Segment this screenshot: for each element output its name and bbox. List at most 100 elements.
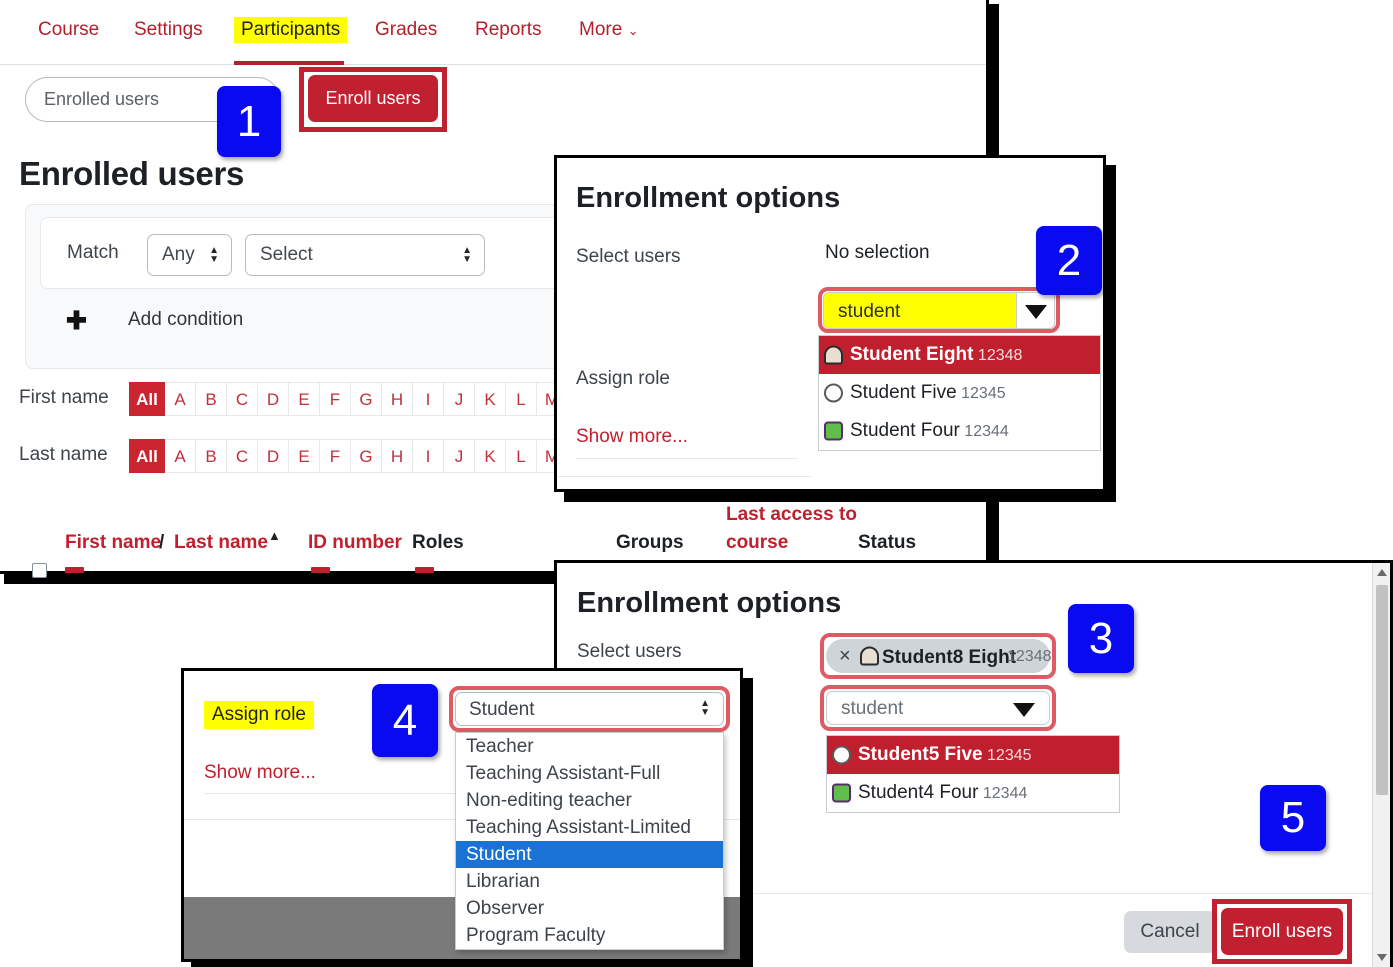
letter-filter-k[interactable]: K: [475, 439, 506, 473]
cancel-button-label: Cancel: [1140, 921, 1200, 942]
letter-filter-l[interactable]: L: [506, 439, 537, 473]
column-header-label: Last name: [174, 532, 268, 553]
letter-filter-j[interactable]: J: [444, 439, 475, 473]
first-name-letter-list: All A B C D E F G H I J K L M: [129, 382, 568, 416]
letter-filter-e[interactable]: E: [289, 382, 320, 416]
scroll-down-arrow-icon[interactable]: [1377, 954, 1387, 961]
assign-role-option-list: Teacher Teaching Assistant-Full Non-editin…: [455, 732, 724, 950]
role-option[interactable]: Teaching Assistant-Full: [456, 760, 723, 787]
letter-filter-a[interactable]: A: [165, 382, 196, 416]
letter-filter-l[interactable]: L: [506, 382, 537, 416]
chevron-down-icon: [1025, 305, 1047, 319]
nav-tab-course[interactable]: Course: [38, 19, 99, 41]
spinner-icon: ▲ ▼: [462, 245, 472, 265]
scrollbar-thumb[interactable]: [1376, 585, 1388, 795]
letter-filter-f[interactable]: F: [320, 382, 351, 416]
letter-filter-c[interactable]: C: [227, 382, 258, 416]
letter-filter-e[interactable]: E: [289, 439, 320, 473]
nav-tab-reports[interactable]: Reports: [475, 19, 542, 41]
column-header-label: Roles: [412, 532, 464, 553]
cancel-button[interactable]: Cancel: [1124, 911, 1216, 953]
no-selection-text: No selection: [825, 242, 930, 263]
enroll-users-button-label: Enroll users: [1231, 921, 1333, 942]
user-search-input[interactable]: student: [826, 691, 1050, 725]
match-type-value: Any: [162, 244, 195, 265]
letter-filter-a[interactable]: A: [165, 439, 196, 473]
user-suggestion-item[interactable]: Student5 Five 12345: [827, 736, 1119, 774]
role-option[interactable]: Non-editing teacher: [456, 787, 723, 814]
nav-tab-label: Settings: [134, 19, 203, 40]
step-badge-number: 5: [1280, 793, 1306, 842]
user-search-input[interactable]: student: [823, 292, 1017, 329]
letter-filter-c[interactable]: C: [227, 439, 258, 473]
assign-role-label: Assign role: [576, 368, 670, 389]
assign-role-value: Student: [469, 699, 535, 720]
nav-tab-more[interactable]: More ⌄: [579, 19, 638, 41]
user-suggestion-name: Student4 Four: [858, 782, 979, 803]
user-suggestion-item[interactable]: Student Five 12345: [819, 374, 1100, 412]
nav-tab-participants[interactable]: Participants: [234, 17, 348, 43]
column-filter-dash: [65, 567, 84, 573]
last-name-filter-label: Last name: [19, 444, 108, 465]
enrolled-users-select-value: Enrolled users: [44, 89, 160, 109]
nav-tab-label: Grades: [375, 19, 438, 40]
letter-filter-f[interactable]: F: [320, 439, 351, 473]
avatar-monster-icon: [824, 421, 843, 441]
nav-tab-settings[interactable]: Settings: [134, 19, 203, 41]
scroll-up-arrow-icon[interactable]: [1377, 569, 1387, 576]
nav-tab-grades[interactable]: Grades: [375, 19, 437, 41]
role-option[interactable]: Program Faculty: [456, 922, 723, 949]
letter-filter-i[interactable]: I: [413, 439, 444, 473]
user-search-dropdown-toggle[interactable]: [1017, 292, 1055, 329]
letter-filter-all[interactable]: All: [129, 382, 165, 416]
user-suggestion-item[interactable]: Student4 Four 12344: [827, 774, 1119, 812]
letter-filter-b[interactable]: B: [196, 382, 227, 416]
letter-filter-h[interactable]: H: [382, 382, 413, 416]
letter-filter-all[interactable]: All: [129, 439, 165, 473]
avatar-bell-icon: [824, 345, 843, 365]
assign-role-select[interactable]: Student ▲ ▼: [455, 692, 724, 726]
select-all-checkbox[interactable]: [32, 563, 47, 578]
avatar-bell-icon: [860, 646, 879, 666]
nav-tab-label: Participants: [241, 19, 341, 40]
role-option[interactable]: Student: [456, 841, 723, 868]
dialog-scrollbar[interactable]: [1372, 563, 1390, 967]
letter-filter-b[interactable]: B: [196, 439, 227, 473]
letter-filter-k[interactable]: K: [475, 382, 506, 416]
enroll-users-button[interactable]: Enroll users: [1221, 908, 1343, 955]
column-header-last-name[interactable]: Last name: [174, 532, 268, 554]
column-header-last-access-line2[interactable]: course: [726, 532, 788, 554]
user-suggestion-id: 12345: [956, 385, 1006, 402]
letter-filter-d[interactable]: D: [258, 439, 289, 473]
close-icon[interactable]: ×: [839, 645, 851, 668]
letter-filter-d[interactable]: D: [258, 382, 289, 416]
letter-filter-h[interactable]: H: [382, 439, 413, 473]
match-type-select[interactable]: Any ▲ ▼: [147, 234, 232, 276]
column-header-groups: Groups: [616, 532, 684, 554]
letter-filter-g[interactable]: G: [351, 382, 382, 416]
role-option[interactable]: Observer: [456, 895, 723, 922]
letter-filter-g[interactable]: G: [351, 439, 382, 473]
user-suggestion-id: 12348: [973, 347, 1023, 364]
step-badge-number: 1: [236, 97, 262, 146]
enroll-users-button[interactable]: Enroll users: [308, 75, 438, 122]
selected-user-chip[interactable]: × Student8 Eight 12348: [826, 639, 1052, 673]
user-suggestion-item[interactable]: Student Four 12344: [819, 412, 1100, 450]
nav-tab-label: Course: [38, 19, 100, 40]
column-header-first-name[interactable]: First name: [65, 532, 161, 554]
column-header-id-number[interactable]: ID number: [308, 532, 402, 554]
enrollment-options-dialog-a: Enrollment options Select users No selec…: [554, 155, 1106, 492]
role-option[interactable]: Teaching Assistant-Limited: [456, 814, 723, 841]
role-option[interactable]: Librarian: [456, 868, 723, 895]
letter-filter-i[interactable]: I: [413, 382, 444, 416]
filter-field-select[interactable]: Select ▲ ▼: [245, 234, 485, 276]
column-header-label: ID number: [308, 532, 402, 553]
role-option[interactable]: Teacher: [456, 733, 723, 760]
show-more-link[interactable]: Show more...: [576, 426, 688, 448]
user-suggestion-item[interactable]: Student Eight 12348: [819, 336, 1100, 374]
selected-user-name: Student8 Eight: [882, 647, 1017, 668]
letter-filter-j[interactable]: J: [444, 382, 475, 416]
show-more-link[interactable]: Show more...: [204, 762, 316, 784]
user-suggestion-id: 12344: [978, 785, 1028, 802]
divider: [576, 458, 798, 459]
